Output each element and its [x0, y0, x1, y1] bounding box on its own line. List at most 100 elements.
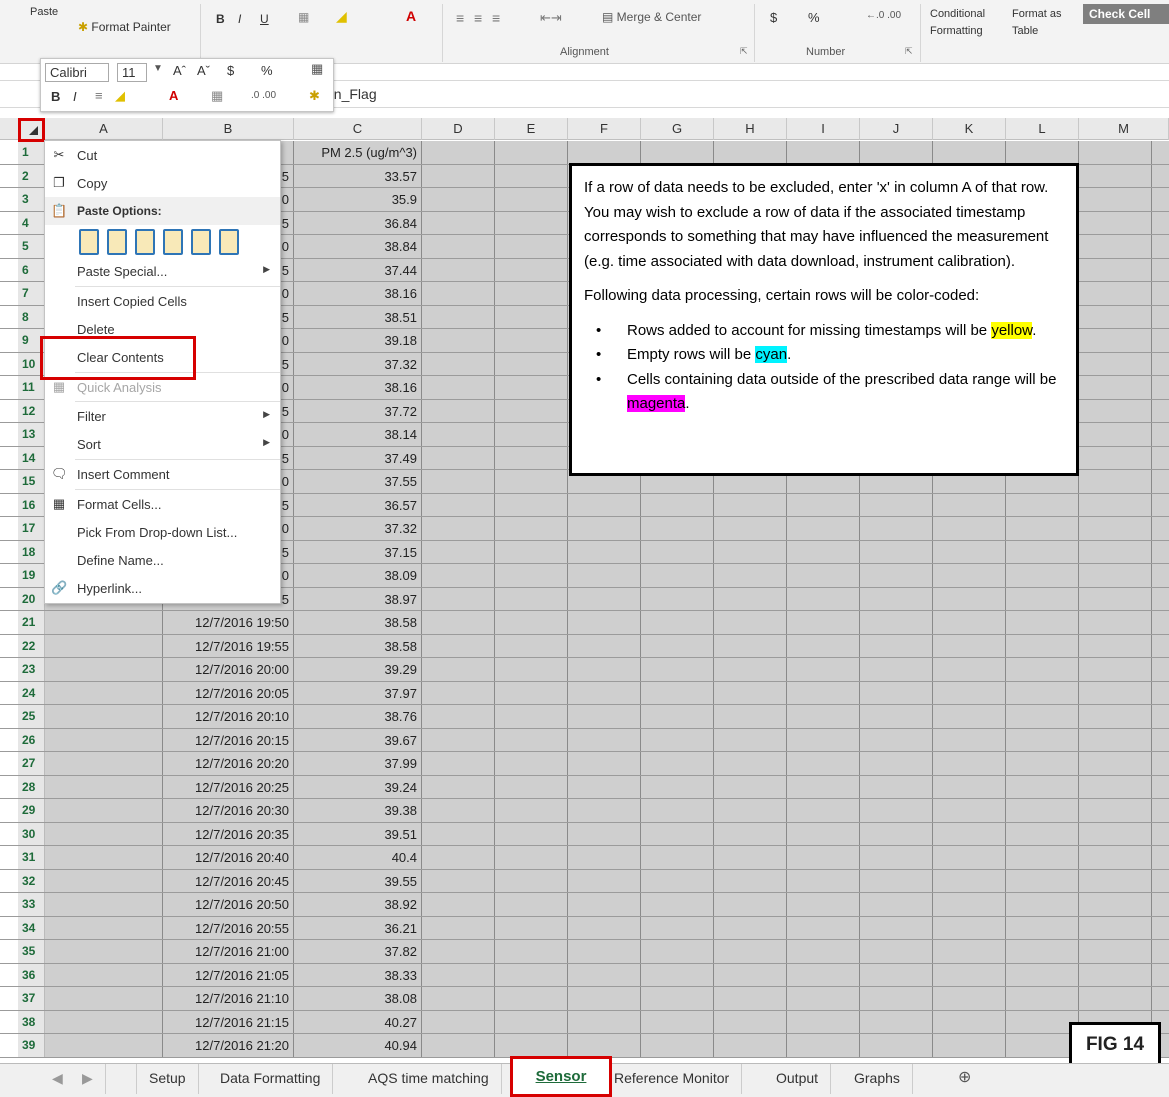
merge-center-button[interactable]: ▤ Merge & Center — [602, 10, 701, 24]
cell-pm25[interactable]: 39.24 — [294, 775, 422, 798]
mini-decimal-icon[interactable]: .0 .00 — [251, 90, 276, 101]
row-number[interactable]: 13 — [18, 423, 45, 446]
cell-timestamp[interactable]: 12/7/2016 20:20 — [163, 752, 294, 775]
row-number[interactable]: 38 — [18, 1010, 45, 1033]
menu-item-define-name[interactable]: Define Name... — [45, 546, 280, 574]
cell-pm25[interactable]: 40.27 — [294, 1010, 422, 1033]
cell-pm25[interactable]: 38.97 — [294, 587, 422, 610]
empty-cells[interactable] — [422, 846, 1169, 869]
empty-cells[interactable] — [422, 752, 1169, 775]
empty-cells[interactable] — [422, 1010, 1169, 1033]
mini-fill-color-icon[interactable]: ◢ — [115, 88, 125, 104]
row-number[interactable]: 36 — [18, 963, 45, 986]
column-header[interactable]: I — [787, 118, 860, 140]
row-number[interactable]: 3 — [18, 188, 45, 211]
row-number[interactable]: 20 — [18, 587, 45, 610]
cell-pm25[interactable]: 38.16 — [294, 282, 422, 305]
cell-exclusion[interactable] — [45, 681, 163, 704]
cell-exclusion[interactable] — [45, 799, 163, 822]
cell-exclusion[interactable] — [45, 634, 163, 657]
cell-pm25[interactable]: 38.16 — [294, 376, 422, 399]
cell-pm25[interactable]: 38.76 — [294, 705, 422, 728]
row-number[interactable]: 33 — [18, 893, 45, 916]
menu-item-sort[interactable]: Sort ▶ — [45, 430, 280, 458]
column-header[interactable]: A — [45, 118, 163, 140]
menu-item-filter[interactable]: Filter ▶ — [45, 402, 280, 430]
cell-pm25[interactable]: 38.14 — [294, 423, 422, 446]
row-number[interactable]: 1 — [18, 141, 45, 164]
cell-timestamp[interactable]: 12/7/2016 21:00 — [163, 940, 294, 963]
cell-timestamp[interactable]: 12/7/2016 20:50 — [163, 893, 294, 916]
cell-pm25[interactable]: 37.72 — [294, 399, 422, 422]
menu-item-pick-list[interactable]: Pick From Drop-down List... — [45, 518, 280, 546]
tab-data-formatting[interactable]: Data Formatting — [208, 1064, 334, 1094]
cell-pm25[interactable]: 39.51 — [294, 822, 422, 845]
paste-link-icon[interactable] — [219, 229, 239, 255]
menu-item-copy[interactable]: ❐ Copy — [45, 169, 280, 197]
row-number[interactable]: 23 — [18, 658, 45, 681]
cell-timestamp[interactable]: 12/7/2016 19:50 — [163, 611, 294, 634]
cell-pm25[interactable]: 39.18 — [294, 329, 422, 352]
empty-cells[interactable] — [422, 564, 1169, 587]
alignment-launcher-icon[interactable]: ⇱ — [740, 46, 748, 57]
column-header[interactable]: L — [1006, 118, 1079, 140]
cell-exclusion[interactable] — [45, 658, 163, 681]
paste-icon[interactable] — [79, 229, 99, 255]
empty-cells[interactable] — [422, 681, 1169, 704]
paste-formulas-icon[interactable] — [135, 229, 155, 255]
decimal-icon[interactable]: ←.0 .00 — [866, 10, 901, 21]
cell-timestamp[interactable]: 12/7/2016 20:00 — [163, 658, 294, 681]
paste-button[interactable]: Paste — [30, 6, 58, 18]
indent-icon[interactable]: ⇤⇥ — [540, 10, 562, 26]
empty-cells[interactable] — [422, 916, 1169, 939]
cell-exclusion[interactable] — [45, 1010, 163, 1033]
row-number[interactable]: 14 — [18, 446, 45, 469]
cell-pm25[interactable]: 35.9 — [294, 188, 422, 211]
row-number[interactable]: 15 — [18, 470, 45, 493]
format-painter-button[interactable]: ✱ Format Painter — [78, 20, 171, 34]
cell-pm25[interactable]: 37.32 — [294, 517, 422, 540]
row-number[interactable]: 6 — [18, 258, 45, 281]
empty-cells[interactable] — [422, 141, 1169, 164]
mini-percent-button[interactable]: % — [261, 63, 273, 78]
mini-bold-button[interactable]: B — [51, 89, 60, 104]
cell-pm25[interactable]: 33.57 — [294, 164, 422, 187]
italic-button[interactable]: I — [238, 12, 241, 26]
tab-aqs-time-matching[interactable]: AQS time matching — [356, 1064, 502, 1094]
cell-pm25[interactable]: 39.38 — [294, 799, 422, 822]
row-number[interactable]: 37 — [18, 987, 45, 1010]
tab-graphs[interactable]: Graphs — [842, 1064, 913, 1094]
row-number[interactable]: 39 — [18, 1034, 45, 1057]
empty-cells[interactable] — [422, 587, 1169, 610]
cell-exclusion[interactable] — [45, 1034, 163, 1057]
paste-formatting-icon[interactable] — [191, 229, 211, 255]
number-launcher-icon[interactable]: ⇱ — [905, 46, 913, 57]
underline-button[interactable]: U — [260, 12, 269, 26]
align-left-icon[interactable]: ≡ — [456, 10, 464, 26]
empty-cells[interactable] — [422, 869, 1169, 892]
cell-pm25[interactable]: 37.55 — [294, 470, 422, 493]
cell-timestamp[interactable]: 12/7/2016 20:45 — [163, 869, 294, 892]
column-header[interactable]: J — [860, 118, 933, 140]
row-number[interactable]: 12 — [18, 399, 45, 422]
format-as-table-button[interactable]: Format as Table — [1012, 6, 1078, 40]
cell-timestamp[interactable]: 12/7/2016 20:55 — [163, 916, 294, 939]
empty-cells[interactable] — [422, 775, 1169, 798]
empty-cells[interactable] — [422, 611, 1169, 634]
cell-pm25[interactable]: 39.67 — [294, 728, 422, 751]
cell-pm25[interactable]: 38.08 — [294, 987, 422, 1010]
cell-exclusion[interactable] — [45, 869, 163, 892]
cell-pm25[interactable]: 37.44 — [294, 258, 422, 281]
empty-cells[interactable] — [422, 658, 1169, 681]
cell-timestamp[interactable]: 12/7/2016 20:35 — [163, 822, 294, 845]
column-header[interactable]: G — [641, 118, 714, 140]
font-size-select[interactable]: 11 — [117, 63, 147, 82]
cell-timestamp[interactable]: 12/7/2016 20:10 — [163, 705, 294, 728]
row-number[interactable]: 21 — [18, 611, 45, 634]
cell-pm25[interactable]: 38.92 — [294, 893, 422, 916]
cell-pm25[interactable]: 38.58 — [294, 634, 422, 657]
cell-timestamp[interactable]: 12/7/2016 20:15 — [163, 728, 294, 751]
menu-item-paste-special[interactable]: Paste Special... ▶ — [45, 257, 280, 285]
empty-cells[interactable] — [422, 705, 1169, 728]
cell-timestamp[interactable]: 12/7/2016 20:25 — [163, 775, 294, 798]
